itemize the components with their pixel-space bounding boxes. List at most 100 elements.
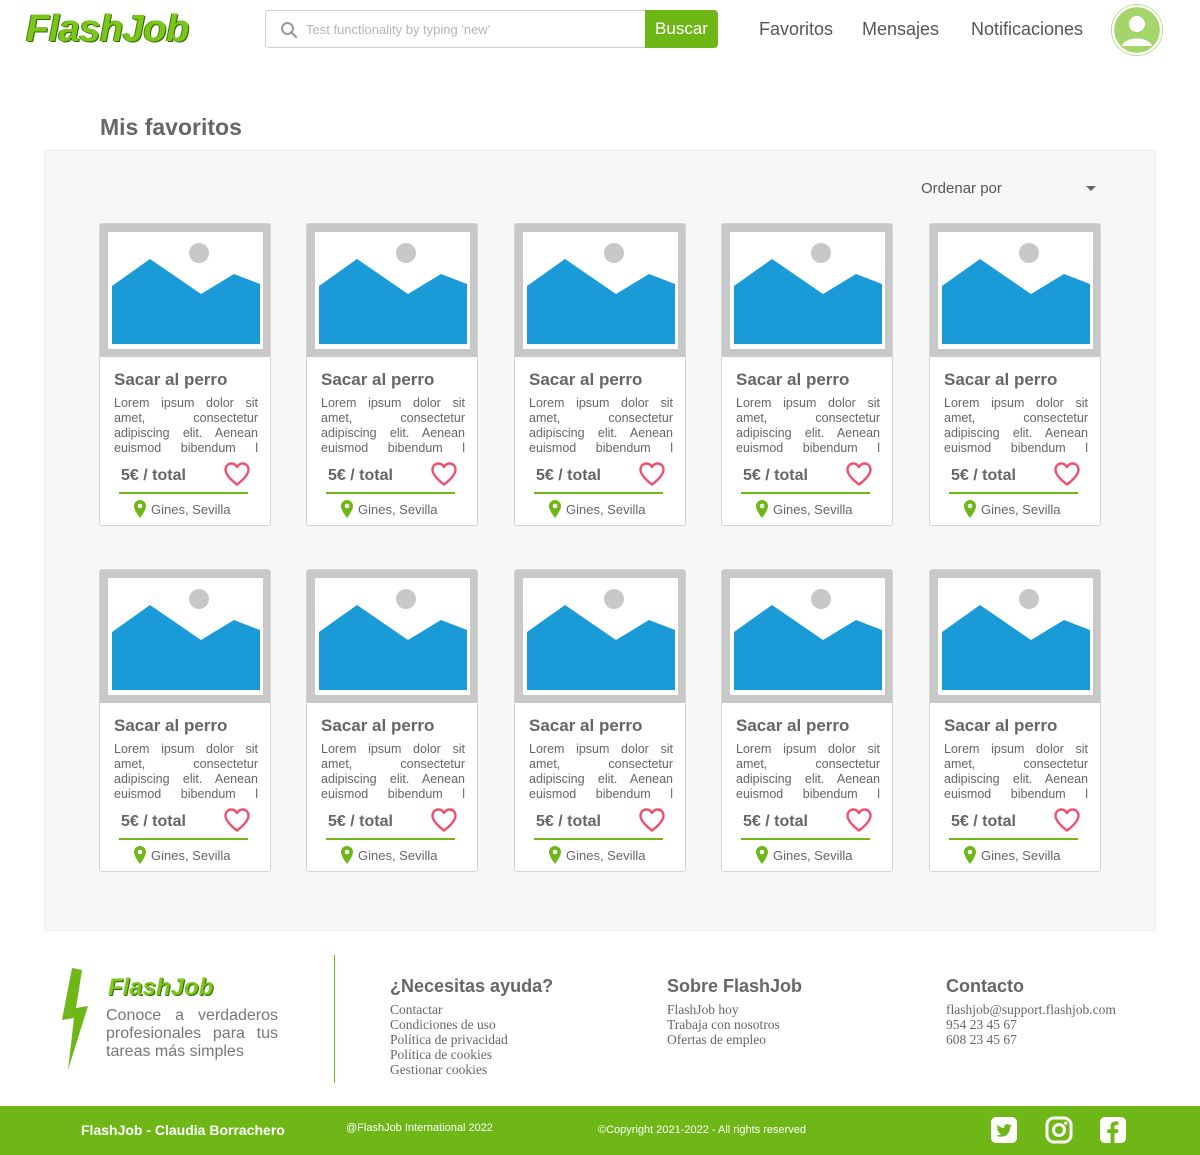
image-placeholder-icon (942, 243, 1090, 344)
card-location-text: Gines, Sevilla (773, 848, 853, 863)
card-description: Lorem ipsum dolor sit amet, consectetur … (736, 742, 880, 801)
contact-email[interactable]: flashjob@support.flashjob.com (946, 1002, 1116, 1017)
card-location-text: Gines, Sevilla (566, 848, 646, 863)
heart-icon[interactable] (845, 806, 873, 834)
heart-icon[interactable] (430, 806, 458, 834)
facebook-icon[interactable] (1099, 1116, 1127, 1144)
job-card[interactable]: Sacar al perro Lorem ipsum dolor sit amet… (99, 223, 271, 526)
sort-dropdown[interactable]: Ordenar por (921, 180, 1002, 197)
search-button[interactable]: Buscar (645, 10, 718, 48)
job-card[interactable]: Sacar al perro Lorem ipsum dolor sit amet… (306, 569, 478, 872)
card-price: 5€ / total (536, 467, 601, 484)
contact-phone-1: 954 23 45 67 (946, 1017, 1017, 1032)
image-placeholder-icon (734, 589, 882, 690)
card-title: Sacar al perro (321, 370, 435, 389)
job-card[interactable]: Sacar al perro Lorem ipsum dolor sit amet… (306, 223, 478, 526)
heart-icon[interactable] (1053, 806, 1081, 834)
location-pin-icon (549, 500, 561, 518)
card-description: Lorem ipsum dolor sit amet, consectetur … (114, 742, 258, 801)
card-title: Sacar al perro (114, 716, 228, 735)
card-divider (119, 838, 248, 840)
heart-icon[interactable] (223, 806, 251, 834)
footer-copyright: ©Copyright 2021-2022 - All rights reserv… (598, 1124, 807, 1136)
card-price: 5€ / total (121, 813, 186, 830)
instagram-icon[interactable] (1045, 1116, 1073, 1144)
job-card[interactable]: Sacar al perro Lorem ipsum dolor sit amet… (514, 569, 686, 872)
card-description: Lorem ipsum dolor sit amet, consectetur … (736, 396, 880, 455)
footer-help-heading: ¿Necesitas ayuda? (390, 976, 554, 996)
footer-link-flashjob-hoy[interactable]: FlashJob hoy (667, 1002, 739, 1017)
card-divider (949, 838, 1078, 840)
card-image (930, 570, 1100, 703)
search-input[interactable] (306, 17, 636, 41)
search-box (265, 10, 645, 48)
location-pin-icon (756, 846, 768, 864)
footer-link-cookies[interactable]: Política de cookies (390, 1047, 492, 1062)
card-location-text: Gines, Sevilla (566, 502, 646, 517)
location-pin-icon (341, 846, 353, 864)
card-image (100, 570, 270, 703)
footer-help-links: Contactar Condiciones de uso Política de… (390, 1002, 508, 1077)
card-divider (119, 492, 248, 494)
job-card[interactable]: Sacar al perro Lorem ipsum dolor sit amet… (721, 569, 893, 872)
card-title: Sacar al perro (944, 370, 1058, 389)
footer-link-gestionar-cookies[interactable]: Gestionar cookies (390, 1062, 487, 1077)
card-title: Sacar al perro (114, 370, 228, 389)
card-price: 5€ / total (743, 813, 808, 830)
footer-link-ofertas[interactable]: Ofertas de empleo (667, 1032, 766, 1047)
nav-favoritos[interactable]: Favoritos (759, 19, 833, 40)
image-placeholder-icon (319, 243, 467, 344)
heart-icon[interactable] (638, 460, 666, 488)
heart-icon[interactable] (638, 806, 666, 834)
location-pin-icon (549, 846, 561, 864)
job-card[interactable]: Sacar al perro Lorem ipsum dolor sit amet… (99, 569, 271, 872)
image-placeholder-icon (527, 589, 675, 690)
location-pin-icon (341, 500, 353, 518)
job-card[interactable]: Sacar al perro Lorem ipsum dolor sit amet… (929, 223, 1101, 526)
header: FlashJob Buscar Favoritos Mensajes Notif… (0, 0, 1200, 62)
card-image (515, 570, 685, 703)
image-placeholder-icon (319, 589, 467, 690)
card-price: 5€ / total (328, 813, 393, 830)
job-card[interactable]: Sacar al perro Lorem ipsum dolor sit amet… (929, 569, 1101, 872)
card-image (722, 570, 892, 703)
card-description: Lorem ipsum dolor sit amet, consectetur … (321, 742, 465, 801)
image-placeholder-icon (112, 589, 260, 690)
twitter-icon[interactable] (990, 1116, 1018, 1144)
contact-phone-2: 608 23 45 67 (946, 1032, 1017, 1047)
nav-notificaciones[interactable]: Notificaciones (971, 19, 1083, 40)
card-image (307, 570, 477, 703)
card-price: 5€ / total (951, 813, 1016, 830)
card-location-text: Gines, Sevilla (151, 502, 231, 517)
job-card[interactable]: Sacar al perro Lorem ipsum dolor sit amet… (514, 223, 686, 526)
user-icon (1111, 4, 1163, 56)
location-pin-icon (134, 846, 146, 864)
footer-link-condiciones[interactable]: Condiciones de uso (390, 1017, 496, 1032)
card-description: Lorem ipsum dolor sit amet, consectetur … (321, 396, 465, 455)
card-location-text: Gines, Sevilla (358, 502, 438, 517)
card-location-text: Gines, Sevilla (773, 502, 853, 517)
card-location-text: Gines, Sevilla (981, 848, 1061, 863)
nav-mensajes[interactable]: Mensajes (862, 19, 939, 40)
card-location-text: Gines, Sevilla (358, 848, 438, 863)
heart-icon[interactable] (845, 460, 873, 488)
footer-link-trabaja[interactable]: Trabaja con nosotros (667, 1017, 780, 1032)
card-divider (534, 492, 663, 494)
card-divider (949, 492, 1078, 494)
card-price: 5€ / total (951, 467, 1016, 484)
header-logo[interactable]: FlashJob (26, 8, 189, 51)
heart-icon[interactable] (430, 460, 458, 488)
footer-link-contactar[interactable]: Contactar (390, 1002, 442, 1017)
chevron-down-icon[interactable] (1086, 186, 1096, 191)
heart-icon[interactable] (223, 460, 251, 488)
job-card[interactable]: Sacar al perro Lorem ipsum dolor sit amet… (721, 223, 893, 526)
location-pin-icon (134, 500, 146, 518)
avatar[interactable] (1111, 4, 1163, 56)
location-pin-icon (964, 500, 976, 518)
page-title: Mis favoritos (100, 114, 242, 140)
location-pin-icon (756, 500, 768, 518)
card-price: 5€ / total (328, 467, 393, 484)
footer-handle: @FlashJob International 2022 (346, 1122, 493, 1134)
footer-link-privacidad[interactable]: Política de privacidad (390, 1032, 508, 1047)
heart-icon[interactable] (1053, 460, 1081, 488)
